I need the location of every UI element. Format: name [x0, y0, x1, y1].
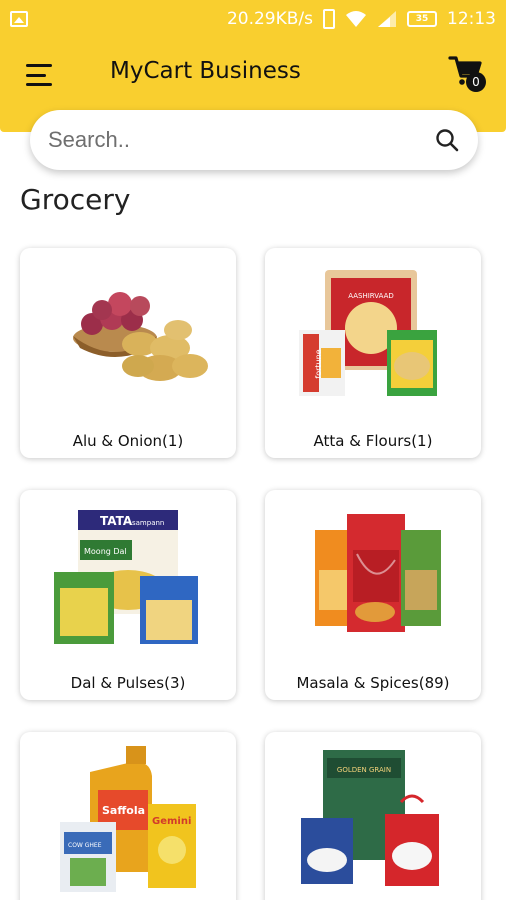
cart-button[interactable]: 0: [448, 54, 488, 94]
category-label: Atta & Flours(1): [313, 432, 433, 450]
tata-sub-text: sampann: [132, 519, 164, 527]
category-label: Alu & Onion(1): [72, 432, 184, 450]
oil-ghee-image: Saffola COW GHEE Gemini: [60, 746, 196, 892]
search-input[interactable]: [48, 127, 434, 153]
network-speed: 20.29KB/s: [226, 9, 313, 29]
saffola-text: Saffola: [102, 804, 145, 817]
moong-text: Moong Dal: [84, 547, 127, 556]
golden-grain-text: GOLDEN GRAIN: [337, 766, 391, 774]
category-card-rice[interactable]: GOLDEN GRAIN: [265, 732, 481, 900]
dal-pulses-image: TATA sampann Moong Dal: [54, 510, 198, 644]
section-title: Grocery: [20, 183, 131, 216]
category-card-oil[interactable]: Saffola COW GHEE Gemini: [20, 732, 236, 900]
phone-icon: [323, 9, 335, 29]
gemini-text: Gemini: [152, 816, 191, 827]
category-card-dal-pulses[interactable]: TATA sampann Moong Dal Dal & Pulses(3): [20, 490, 236, 700]
status-bar: 20.29KB/s 35 12:13: [0, 0, 506, 38]
gallery-notification-icon: [10, 11, 28, 27]
wifi-icon: [346, 11, 366, 27]
masala-spices-image: [315, 514, 441, 632]
rice-image: GOLDEN GRAIN: [301, 750, 439, 886]
category-card-alu-onion[interactable]: Alu & Onion(1): [20, 248, 236, 458]
onion-potato-image: [73, 292, 208, 381]
tata-text: TATA: [100, 514, 133, 528]
battery-icon: 35: [407, 11, 437, 27]
cart-count-badge: 0: [466, 72, 486, 92]
category-label: Masala & Spices(89): [296, 674, 450, 692]
atta-brand-text: AASHIRVAAD: [348, 292, 394, 300]
signal-icon: [378, 11, 396, 27]
category-card-atta-flours[interactable]: AASHIRVAAD fortune Atta & Flours(1): [265, 248, 481, 458]
app-title: MyCart Business: [110, 58, 301, 84]
clock: 12:13: [447, 9, 496, 29]
atta-flour-image: AASHIRVAAD fortune: [299, 270, 437, 396]
category-label: Dal & Pulses(3): [70, 674, 186, 692]
battery-level: 35: [415, 14, 429, 24]
category-card-masala-spices[interactable]: Masala & Spices(89): [265, 490, 481, 700]
cow-ghee-text: COW GHEE: [68, 842, 102, 849]
search-icon[interactable]: [434, 127, 460, 153]
fortune-text: fortune: [314, 349, 323, 378]
search-bar[interactable]: [30, 110, 478, 170]
menu-icon[interactable]: [26, 64, 54, 86]
